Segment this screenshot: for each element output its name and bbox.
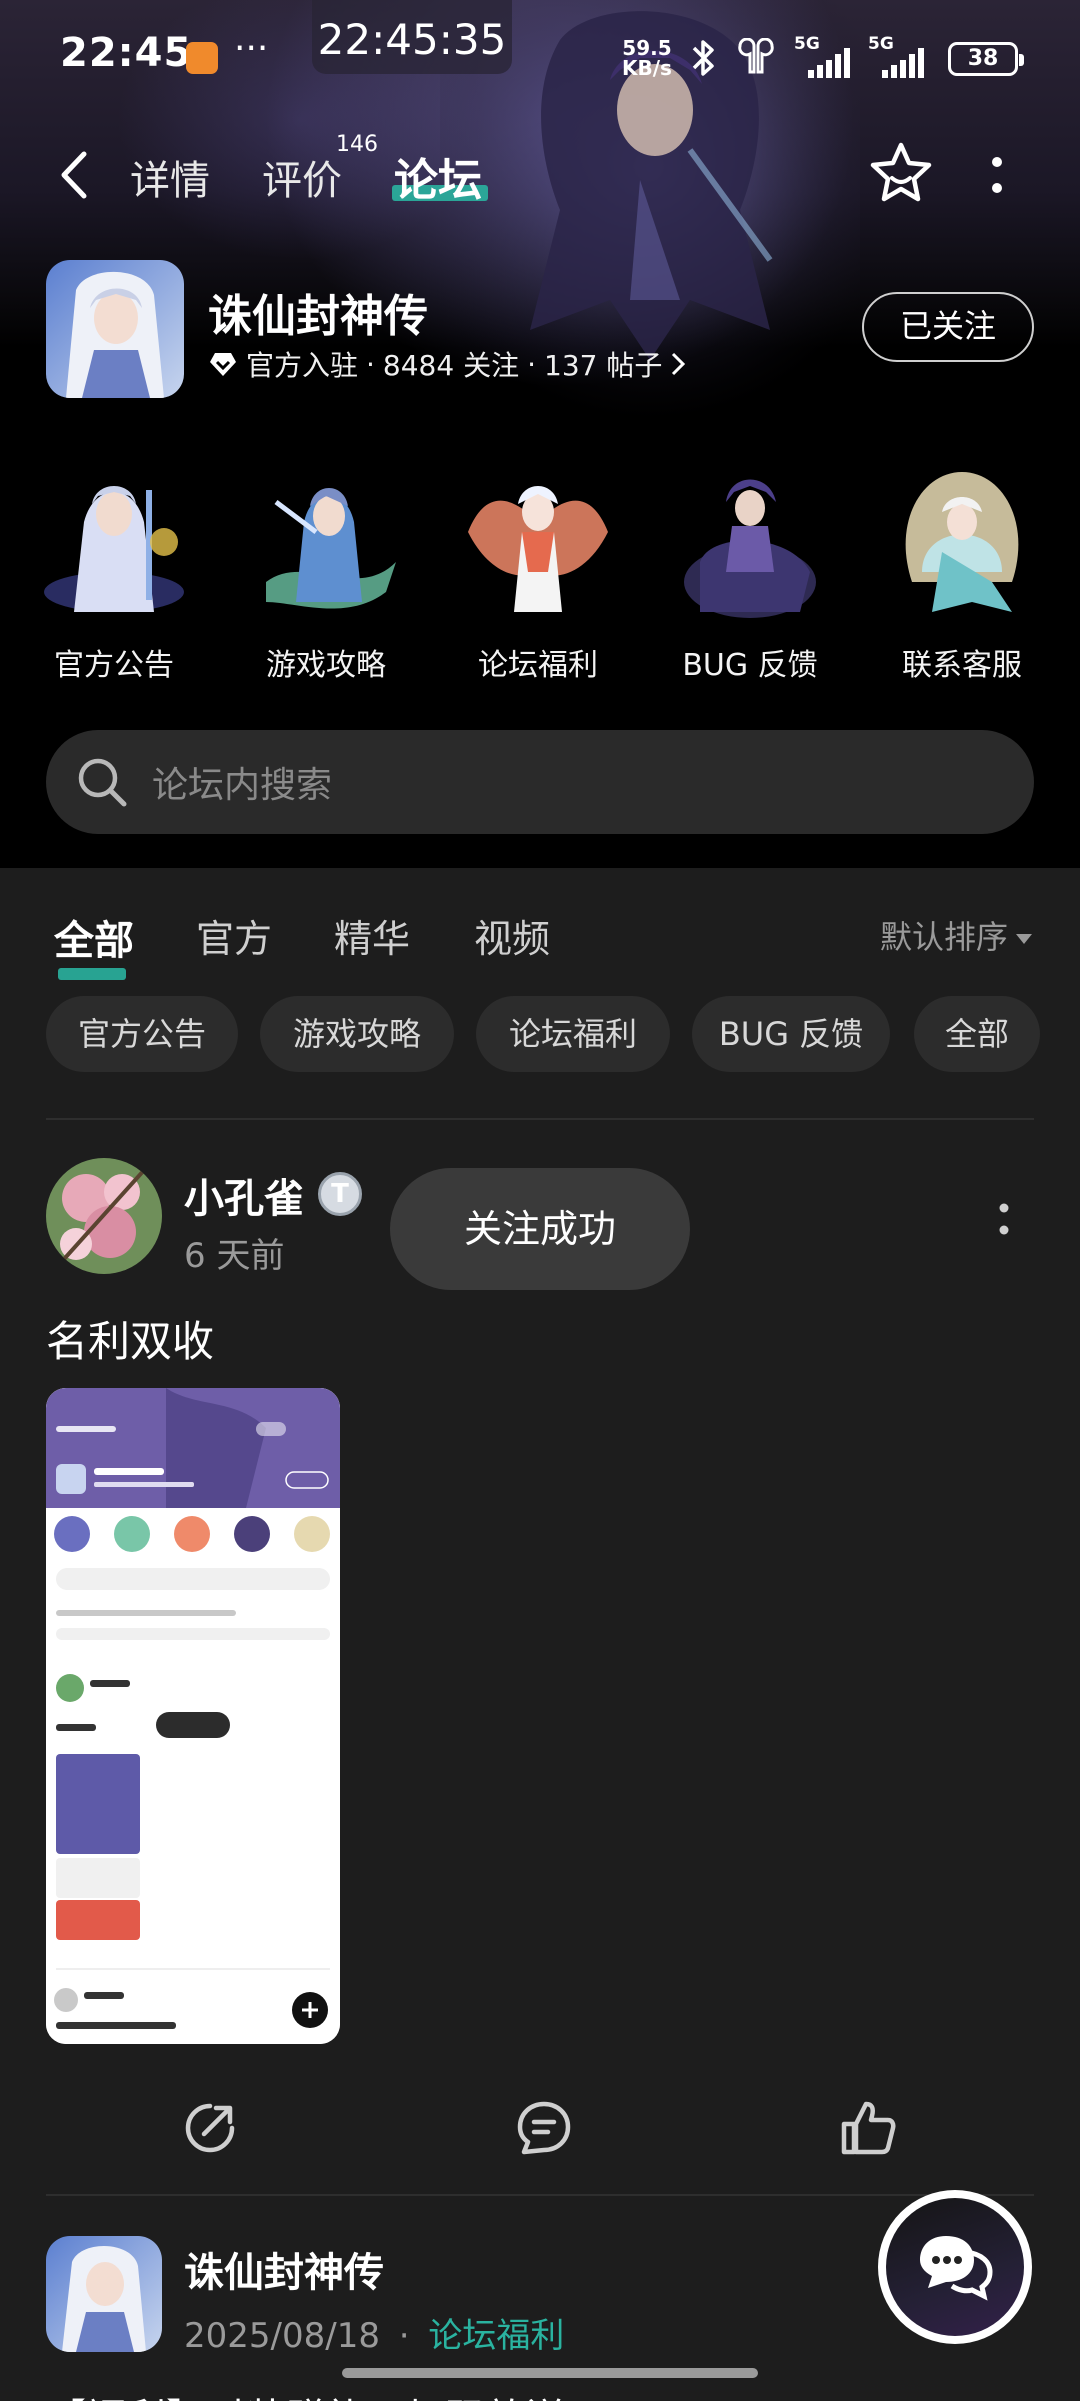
sort-dropdown[interactable]: 默认排序 (880, 912, 1033, 958)
benefits-character-icon (468, 486, 608, 612)
feed-filter-tabs: 全部 官方 精华 视频 默认排序 (0, 898, 1080, 980)
notification-app-icon (186, 42, 218, 74)
status-time: 22:45 (60, 30, 193, 76)
post-more-icon[interactable] (994, 1198, 1014, 1242)
status-icons: 5G 5G (688, 34, 926, 80)
follow-success-toast: 关注成功 (390, 1168, 690, 1290)
followers-count: 8484 关注 (382, 349, 520, 382)
caret-down-icon (1016, 934, 1033, 944)
bluetooth-icon (692, 40, 714, 76)
avatar[interactable] (46, 1158, 162, 1274)
signal-5g-icon-2: 5G (868, 34, 926, 78)
signal-5g-icon-1: 5G (794, 34, 852, 78)
search-icon (78, 758, 127, 807)
divider (46, 1118, 1034, 1120)
tab-details[interactable]: 详情 (130, 148, 210, 206)
guide-character-icon (266, 488, 396, 609)
post-title[interactable]: 【福利】时装赠礼，加码放送！ (46, 2386, 606, 2401)
post-title[interactable]: 名利双收 (46, 1308, 214, 1369)
announcement-character-icon (44, 486, 184, 612)
battery-icon: 38 (948, 42, 1024, 76)
more-options-icon[interactable] (982, 152, 1012, 200)
status-bar: 22:45 ··· 22:45:35 59.5 KB/s 5G 5G 38 (0, 0, 1080, 115)
official-label: 官方入驻 (246, 349, 359, 382)
official-verified-icon (210, 353, 236, 376)
forum-search-bar[interactable]: 论坛内搜索 (46, 730, 1034, 834)
category-contact-support[interactable]: 联系客服 (872, 462, 1052, 684)
category-official-announcements[interactable]: 官方公告 (24, 462, 204, 684)
more-notifications-icon: ··· (234, 28, 269, 69)
category-forum-benefits[interactable]: 论坛福利 (448, 462, 628, 684)
forum-header: 22:45 ··· 22:45:35 59.5 KB/s 5G 5G 38 详情… (0, 0, 1080, 868)
post-author[interactable]: 小孔雀 (184, 1166, 304, 1224)
chip-all[interactable]: 全部 (914, 996, 1040, 1072)
favorite-star-icon[interactable] (868, 140, 934, 206)
posts-count[interactable]: 137 帖子 (544, 344, 662, 384)
bug-feedback-character-icon (684, 479, 816, 618)
forum-feed: 全部 官方 精华 视频 默认排序 官方公告 游戏攻略 论坛福利 BUG 反馈 全… (0, 868, 1080, 2401)
category-game-guides[interactable]: 游戏攻略 (236, 462, 416, 684)
game-meta: 官方入驻 · 8484 关注 · 137 帖子 (208, 344, 686, 384)
clock-overlay: 22:45:35 (312, 0, 512, 74)
post-category-link[interactable]: 论坛福利 (428, 2316, 564, 2356)
chip-official-announcements[interactable]: 官方公告 (46, 996, 238, 1072)
chip-game-guides[interactable]: 游戏攻略 (260, 996, 454, 1072)
game-title: 诛仙封神传 (208, 291, 428, 342)
chip-forum-benefits[interactable]: 论坛福利 (476, 996, 670, 1072)
followed-button[interactable]: 已关注 (862, 292, 1034, 362)
avatar[interactable] (46, 2236, 162, 2352)
post-screenshot-image[interactable] (46, 1388, 340, 2044)
tab-featured[interactable]: 精华 (334, 908, 410, 963)
post-author[interactable]: 诛仙封神传 (184, 2240, 384, 2298)
chip-bug-feedback[interactable]: BUG 反馈 (692, 996, 890, 1072)
search-input[interactable]: 论坛内搜索 (152, 756, 332, 808)
chat-bubble-icon (920, 2236, 993, 2301)
post-time: 6 天前 (184, 1236, 285, 1276)
top-nav: 详情 评价 146 论坛 (0, 130, 1080, 220)
category-chips: 官方公告 游戏攻略 论坛福利 BUG 反馈 全部 (0, 996, 1080, 1076)
chevron-right-icon (672, 352, 686, 376)
back-arrow-icon[interactable] (52, 148, 98, 202)
tab-forum[interactable]: 论坛 (394, 144, 482, 208)
tab-all[interactable]: 全部 (54, 908, 134, 966)
tab-reviews[interactable]: 评价 (262, 148, 342, 206)
tab-video[interactable]: 视频 (474, 908, 550, 963)
category-shortcuts: 官方公告 游戏攻略 论坛福利 BUG 反馈 联系客服 (0, 462, 1080, 684)
earbuds-icon (738, 38, 774, 74)
active-filter-indicator (58, 968, 126, 980)
reviews-count-badge: 146 (336, 132, 378, 157)
support-character-icon (905, 472, 1019, 612)
divider (46, 2194, 1034, 2196)
share-icon[interactable] (180, 2098, 240, 2158)
category-bug-feedback[interactable]: BUG 反馈 (660, 462, 840, 684)
post-actions (0, 2088, 1080, 2168)
user-level-badge: T (318, 1172, 362, 1216)
network-speed: 59.5 KB/s (622, 36, 672, 80)
tab-official[interactable]: 官方 (196, 908, 272, 963)
chat-assistant-button[interactable] (878, 2190, 1032, 2344)
post-date: 2025/08/18 · 论坛福利 (184, 2316, 565, 2356)
game-info: 诛仙封神传 官方入驻 · 8484 关注 · 137 帖子 已关注 (0, 256, 1080, 406)
like-thumb-icon[interactable] (838, 2098, 898, 2158)
home-indicator[interactable] (342, 2368, 758, 2378)
comment-icon[interactable] (514, 2098, 574, 2158)
game-icon[interactable] (46, 260, 184, 398)
